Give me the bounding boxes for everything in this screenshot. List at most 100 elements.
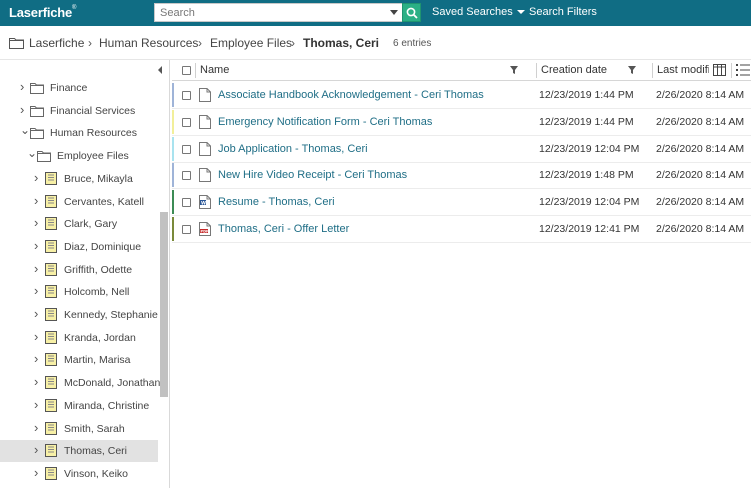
tree-item-label: Thomas, Ceri — [64, 445, 128, 458]
document-icon — [199, 141, 211, 156]
column-divider — [195, 63, 196, 78]
tree-item[interactable]: › Miranda, Christine — [0, 395, 158, 417]
tree-item[interactable]: › Thomas, Ceri — [0, 440, 158, 463]
record-folder-icon — [45, 239, 57, 253]
search-box[interactable] — [154, 3, 402, 22]
filter-icon[interactable] — [628, 66, 636, 74]
search-button[interactable] — [402, 3, 421, 22]
breadcrumb-item-employee-files[interactable]: Employee Files — [210, 36, 292, 50]
tree-scrollbar[interactable] — [160, 212, 168, 397]
chevron-right-icon[interactable]: › — [34, 374, 38, 389]
tree-item[interactable]: › McDonald, Jonathan — [0, 372, 160, 394]
column-header-last-modified[interactable]: Last modifi — [657, 64, 709, 76]
tree-item-label: Griffith, Odette — [64, 263, 133, 276]
column-header-creation-date[interactable]: Creation date — [541, 64, 607, 76]
row-color-tag — [172, 109, 174, 134]
table-row[interactable]: Job Application - Thomas, Ceri 12/23/2019… — [172, 136, 751, 163]
list-view-icon[interactable] — [736, 64, 750, 76]
tree-item[interactable]: › Kranda, Jordan — [0, 327, 158, 349]
tree-item[interactable]: › Kennedy, Stephanie — [0, 304, 158, 326]
tree-item-label: Martin, Marisa — [64, 354, 131, 367]
svg-text:PDF: PDF — [201, 229, 209, 233]
chevron-right-icon[interactable]: › — [34, 351, 38, 366]
tree-item[interactable]: › Cervantes, Katell — [0, 191, 158, 213]
tree-item-label: Bruce, Mikayla — [64, 172, 133, 185]
chevron-right-icon[interactable]: › — [34, 261, 38, 276]
chevron-right-icon[interactable]: › — [20, 79, 24, 94]
document-icon — [199, 168, 211, 183]
row-checkbox[interactable] — [182, 225, 191, 234]
tree-item[interactable]: › Holcomb, Nell — [0, 281, 158, 303]
chevron-right-icon[interactable]: › — [34, 397, 38, 412]
table-row[interactable]: Emergency Notification Form - Ceri Thoma… — [172, 109, 751, 136]
collapse-pane-icon[interactable] — [158, 66, 162, 74]
search-dropdown-caret-icon[interactable] — [390, 10, 398, 15]
tree-item-label: Holcomb, Nell — [64, 286, 130, 299]
row-checkbox[interactable] — [182, 171, 191, 181]
chevron-right-icon[interactable]: › — [34, 329, 38, 344]
folder-icon — [30, 128, 44, 140]
chevron-right-icon[interactable]: › — [34, 465, 38, 480]
tree-item[interactable]: › Financial Services — [0, 100, 158, 122]
chevron-right-icon[interactable]: › — [34, 215, 38, 230]
table-row[interactable]: W Resume - Thomas, Ceri 12/23/2019 12:04 P… — [172, 189, 751, 217]
tree-item[interactable]: › Diaz, Dominique — [0, 236, 158, 258]
search-input[interactable] — [155, 4, 383, 21]
tree-item-label: Finance — [50, 82, 88, 94]
chevron-right-icon[interactable]: › — [34, 306, 38, 321]
column-header-name[interactable]: Name — [200, 64, 229, 76]
entry-name-link[interactable]: Resume - Thomas, Ceri — [218, 196, 335, 208]
column-divider — [731, 63, 732, 78]
table-row[interactable]: PDF Thomas, Ceri - Offer Letter 12/23/2019… — [172, 216, 751, 243]
chevron-down-icon[interactable]: ⌄ — [20, 123, 30, 137]
chevron-right-icon[interactable]: › — [34, 442, 38, 457]
entry-name-link[interactable]: New Hire Video Receipt - Ceri Thomas — [218, 169, 407, 181]
tree-item-label: Kennedy, Stephanie — [64, 309, 158, 321]
creation-date-cell: 12/23/2019 12:04 PM — [539, 196, 640, 209]
table-row[interactable]: Associate Handbook Acknowledgement - Cer… — [172, 82, 751, 109]
tree-item[interactable]: › Clark, Gary — [0, 213, 158, 235]
tree-item-label: Human Resources — [50, 127, 137, 140]
breadcrumb-separator: › — [88, 36, 92, 50]
chevron-right-icon[interactable]: › — [20, 102, 24, 117]
column-divider — [652, 63, 653, 78]
row-checkbox[interactable] — [182, 144, 191, 154]
chevron-right-icon[interactable]: › — [34, 283, 38, 298]
row-checkbox[interactable] — [182, 91, 191, 100]
breadcrumb-separator: › — [198, 36, 202, 50]
tree-item[interactable]: › Smith, Sarah — [0, 418, 158, 440]
table-row[interactable]: New Hire Video Receipt - Ceri Thomas 12/2… — [172, 162, 751, 190]
entry-name-link[interactable]: Associate Handbook Acknowledgement - Cer… — [218, 89, 484, 101]
breadcrumb-item-human-resources[interactable]: Human Resources — [99, 36, 198, 50]
tree-item[interactable]: › Finance — [0, 77, 158, 99]
saved-searches-menu[interactable]: Saved Searches — [432, 6, 525, 18]
search-filters-link[interactable]: Search Filters — [529, 6, 597, 18]
entry-name-link[interactable]: Job Application - Thomas, Ceri — [218, 143, 368, 155]
tree-item[interactable]: › Vinson, Keiko — [0, 463, 158, 485]
tree-item[interactable]: › Bruce, Mikayla — [0, 168, 158, 190]
entry-name-link[interactable]: Emergency Notification Form - Ceri Thoma… — [218, 116, 432, 128]
tree-item[interactable]: ⌄ Employee Files — [0, 145, 158, 167]
column-picker-icon[interactable] — [713, 64, 726, 76]
chevron-right-icon[interactable]: › — [34, 170, 38, 185]
chevron-right-icon[interactable]: › — [34, 193, 38, 208]
chevron-down-icon[interactable]: ⌄ — [27, 146, 37, 160]
row-checkbox[interactable] — [182, 198, 191, 208]
select-all-checkbox[interactable] — [182, 66, 191, 75]
record-folder-icon — [45, 194, 57, 208]
chevron-right-icon[interactable]: › — [34, 420, 38, 435]
pdf-document-icon: PDF — [199, 222, 211, 236]
breadcrumb-item-laserfiche[interactable]: Laserfiche — [29, 36, 84, 50]
tree-item[interactable]: › Martin, Marisa — [0, 349, 158, 371]
entry-name-link[interactable]: Thomas, Ceri - Offer Letter — [218, 223, 349, 235]
laserfiche-logo[interactable]: Laserfiche® — [9, 5, 76, 20]
tree-item[interactable]: › Griffith, Odette — [0, 259, 158, 281]
grid-header: Name Creation date Last modifi — [172, 60, 751, 81]
tree-item[interactable]: ⌄ Human Resources — [0, 122, 158, 144]
row-color-tag — [172, 217, 174, 241]
filter-icon[interactable] — [510, 66, 518, 74]
row-checkbox[interactable] — [182, 117, 191, 127]
last-modified-cell: 2/26/2020 8:14 AM — [656, 89, 745, 101]
tree-item-label: Clark, Gary — [64, 218, 118, 231]
chevron-right-icon[interactable]: › — [34, 238, 38, 253]
